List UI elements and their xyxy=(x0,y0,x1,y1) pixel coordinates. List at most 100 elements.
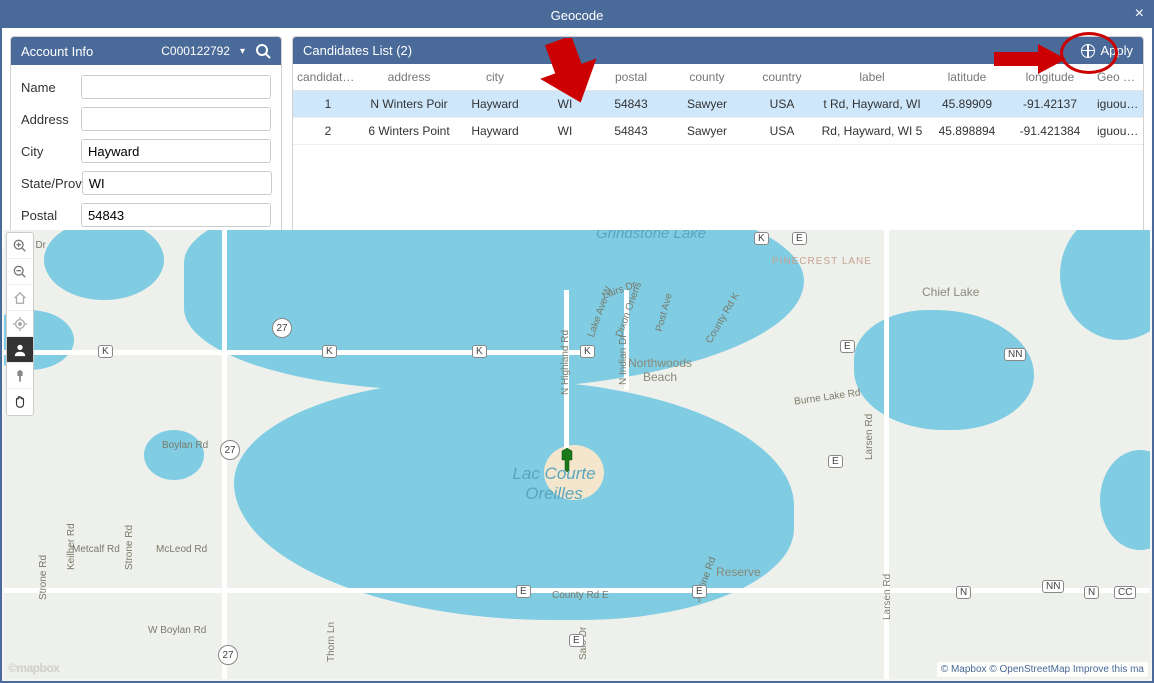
apply-button[interactable]: Apply xyxy=(1081,43,1133,58)
cell-state: WI xyxy=(535,118,595,145)
col-country[interactable]: country xyxy=(747,64,817,91)
col-city[interactable]: city xyxy=(455,64,535,91)
label-larsen: Larsen Rd xyxy=(864,414,875,460)
shield-k-a: K xyxy=(98,345,113,358)
account-info-panel: Account Info C000122792 ▾ Name Address C… xyxy=(10,36,282,240)
home-icon[interactable] xyxy=(7,285,33,311)
person-icon[interactable] xyxy=(7,337,33,363)
col-longitude[interactable]: longitude xyxy=(1007,64,1093,91)
address-label: Address xyxy=(21,112,81,127)
water-blob6 xyxy=(1060,230,1150,340)
cell-result: iguous houseNum xyxy=(1093,118,1143,145)
shield-k-d: K xyxy=(580,345,595,358)
cell-country: USA xyxy=(747,91,817,118)
cell-lng: -91.42137 xyxy=(1007,91,1093,118)
window-title: Geocode xyxy=(551,8,604,23)
col-candidate-num[interactable]: candidateN... xyxy=(293,64,363,91)
state-input[interactable] xyxy=(82,171,272,195)
shield-27-a: 27 xyxy=(272,318,292,338)
label-countyrde: County Rd E xyxy=(552,590,609,601)
water-blob3 xyxy=(144,430,204,480)
account-header-title: Account Info xyxy=(21,44,93,59)
water-blob4 xyxy=(394,400,454,450)
label-stone: Strone Rd xyxy=(124,525,135,570)
label-mcleod: McLeod Rd xyxy=(156,544,207,555)
water-blob7 xyxy=(1100,450,1150,550)
water-blob5 xyxy=(854,310,1034,430)
attrib-mapbox[interactable]: © Mapbox xyxy=(941,664,987,675)
pan-hand-icon[interactable] xyxy=(7,389,33,415)
shield-n-a: N xyxy=(956,586,971,599)
chevron-down-icon[interactable]: ▾ xyxy=(240,46,245,57)
attrib-osm[interactable]: © OpenStreetMap xyxy=(989,664,1070,675)
cell-county: Sawyer xyxy=(667,118,747,145)
cell-address: N Winters Poir xyxy=(363,91,455,118)
cell-postal: 54843 xyxy=(595,118,667,145)
col-latitude[interactable]: latitude xyxy=(927,64,1007,91)
cell-country: USA xyxy=(747,118,817,145)
shield-cc: CC xyxy=(1114,586,1136,599)
label-larsen2: Larsen Rd xyxy=(882,574,893,620)
close-icon[interactable]: × xyxy=(1135,5,1144,23)
top-panels: Account Info C000122792 ▾ Name Address C… xyxy=(2,28,1152,248)
search-icon[interactable] xyxy=(255,43,271,59)
account-id: C000122792 xyxy=(161,44,230,58)
cell-num: 2 xyxy=(293,118,363,145)
label-highland: N Highland Rd xyxy=(560,330,571,395)
shield-27-c: 27 xyxy=(218,645,238,665)
candidates-title: Candidates List (2) xyxy=(303,43,412,58)
label-strone: Strone Rd xyxy=(38,555,49,600)
cell-lat: 45.898894 xyxy=(927,118,1007,145)
zoom-in-icon[interactable] xyxy=(7,233,33,259)
label-metcalf: Metcalf Rd xyxy=(72,544,120,555)
shield-k-b: K xyxy=(322,345,337,358)
address-input[interactable] xyxy=(81,107,271,131)
attrib-improve[interactable]: Improve this ma xyxy=(1073,664,1144,675)
label-burne: Burne Lake Rd xyxy=(794,387,862,407)
shield-k-c: K xyxy=(472,345,487,358)
col-label[interactable]: label xyxy=(817,64,927,91)
map[interactable]: ood Dr Boylan Rd W Boylan Rd Metcalf Rd … xyxy=(4,230,1150,679)
cell-city: Hayward xyxy=(455,118,535,145)
map-toolbar xyxy=(6,232,34,416)
label-pinecrest: PINECREST LANE xyxy=(772,256,872,267)
title-bar: Geocode × xyxy=(2,2,1152,28)
col-county[interactable]: county xyxy=(667,64,747,91)
account-form: Name Address City State/Prov Postal xyxy=(11,65,281,239)
candidates-table: candidateN... address city sta... postal… xyxy=(293,64,1143,145)
label-keilher: Keilher Rd xyxy=(66,523,77,570)
road-k-west xyxy=(4,350,584,355)
globe-icon xyxy=(1081,44,1095,58)
account-header-right: C000122792 ▾ xyxy=(161,43,271,59)
account-header: Account Info C000122792 ▾ xyxy=(11,37,281,65)
locate-icon[interactable] xyxy=(7,311,33,337)
cell-num: 1 xyxy=(293,91,363,118)
city-input[interactable] xyxy=(81,139,271,163)
shield-27-b: 27 xyxy=(220,440,240,460)
table-row[interactable]: 1 N Winters Poir Hayward WI 54843 Sawyer… xyxy=(293,91,1143,118)
zoom-out-icon[interactable] xyxy=(7,259,33,285)
name-input[interactable] xyxy=(81,75,271,99)
shield-e-f: E xyxy=(569,634,584,647)
label-chieflake: Chief Lake xyxy=(922,285,979,299)
label-reserve: Reserve xyxy=(716,565,761,579)
col-state[interactable]: sta... xyxy=(535,64,595,91)
postal-input[interactable] xyxy=(81,203,271,227)
map-pin-icon[interactable] xyxy=(558,448,576,472)
pushpin-icon[interactable] xyxy=(7,363,33,389)
cell-state: WI xyxy=(535,91,595,118)
label-grindstone: Grindstone Lake xyxy=(596,230,706,242)
col-address[interactable]: address xyxy=(363,64,455,91)
col-georesult[interactable]: Geo Result xyxy=(1093,64,1143,91)
name-label: Name xyxy=(21,80,81,95)
cell-city: Hayward xyxy=(455,91,535,118)
city-label: City xyxy=(21,144,81,159)
cell-postal: 54843 xyxy=(595,91,667,118)
label-northwoods: Northwoods Beach xyxy=(620,356,700,384)
table-row[interactable]: 2 6 Winters Point Hayward WI 54843 Sawye… xyxy=(293,118,1143,145)
cell-county: Sawyer xyxy=(667,91,747,118)
col-postal[interactable]: postal xyxy=(595,64,667,91)
cell-address: 6 Winters Point xyxy=(363,118,455,145)
shield-e-d: E xyxy=(692,585,707,598)
cell-lng: -91.421384 xyxy=(1007,118,1093,145)
